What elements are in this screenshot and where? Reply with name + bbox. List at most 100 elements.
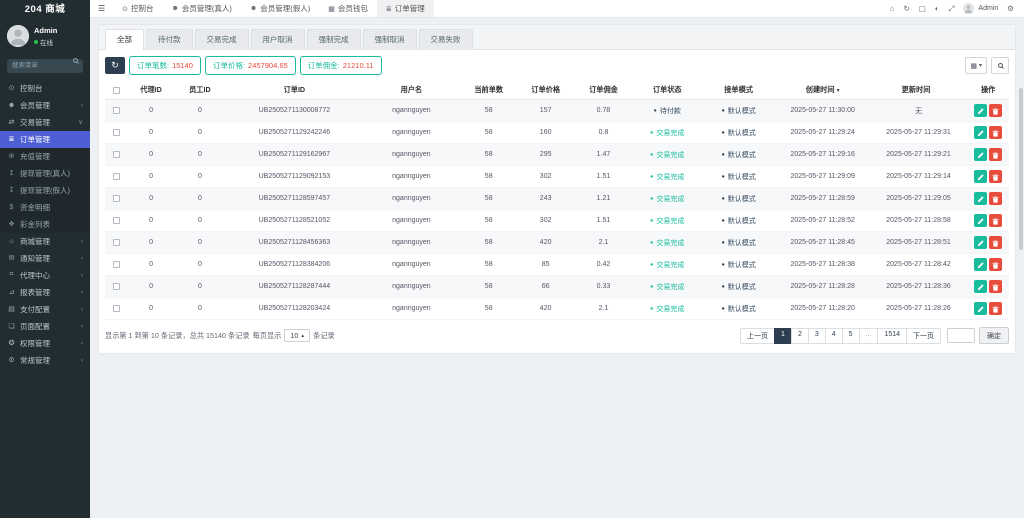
top-tab-orders[interactable]: ≣订单管理 xyxy=(377,0,434,17)
pagination-page-5[interactable]: 5 xyxy=(842,328,860,344)
pagination-next[interactable]: 下一页 xyxy=(906,328,941,344)
edit-button[interactable] xyxy=(974,148,987,161)
tab-all[interactable]: 全部 xyxy=(105,29,144,50)
row-checkbox[interactable] xyxy=(113,261,120,268)
row-checkbox[interactable] xyxy=(113,107,120,114)
sidebar-item-label: 彩金列表 xyxy=(20,219,50,230)
sidebar-item-recharge[interactable]: ⊕充值管理 xyxy=(0,148,90,165)
col-updated-at[interactable]: 更新时间↕ xyxy=(870,81,968,100)
topbar-user[interactable]: Admin xyxy=(963,3,998,14)
refresh-icon[interactable]: ↻ xyxy=(904,4,910,14)
pagination-page-1[interactable]: 1 xyxy=(774,328,792,344)
edit-button[interactable] xyxy=(974,104,987,117)
row-checkbox[interactable] xyxy=(113,217,120,224)
search-toggle-button[interactable] xyxy=(991,57,1009,74)
settings-icon[interactable]: ⚙ xyxy=(1007,4,1014,13)
delete-button[interactable] xyxy=(989,302,1002,315)
row-checkbox[interactable] xyxy=(113,239,120,246)
sidebar-item-agency[interactable]: ⌗代理中心‹ xyxy=(0,267,90,284)
sidebar-item-withdraw-fake[interactable]: ↧提现管理(假人) xyxy=(0,182,90,199)
top-tab-console[interactable]: ⊙控制台 xyxy=(113,0,162,17)
sidebar-item-console[interactable]: ⊙控制台 xyxy=(0,80,90,97)
home-icon[interactable]: ⌂ xyxy=(890,4,895,14)
page-jump-input[interactable] xyxy=(947,328,975,343)
row-checkbox[interactable] xyxy=(113,305,120,312)
sidebar-item-members[interactable]: ☻会员管理‹ xyxy=(0,97,90,114)
row-checkbox[interactable] xyxy=(113,173,120,180)
edit-button[interactable] xyxy=(974,214,987,227)
columns-button[interactable]: ▦ ▾ xyxy=(965,57,987,74)
select-all-checkbox[interactable] xyxy=(113,87,120,94)
top-tab-members-fake[interactable]: ☻会员管理(假人) xyxy=(241,0,319,17)
sidebar-item-bonus[interactable]: ❖彩金列表 xyxy=(0,216,90,233)
sidebar-item-notify[interactable]: ✉通知管理‹ xyxy=(0,250,90,267)
edit-button[interactable] xyxy=(974,302,987,315)
row-checkbox[interactable] xyxy=(113,129,120,136)
theme-icon[interactable]: ◐ xyxy=(935,4,940,14)
cell-take-mode: ●默认模式 xyxy=(702,188,776,210)
edit-button[interactable] xyxy=(974,280,987,293)
tab-trade-fail[interactable]: 交易失败 xyxy=(419,29,473,50)
delete-button[interactable] xyxy=(989,148,1002,161)
status-tabs: 全部待付款交易完成用户取消强制完成强制取消交易失败 xyxy=(99,25,1015,50)
top-tab-wallet[interactable]: ▦会员钱包 xyxy=(319,0,377,17)
sidebar-item-mall[interactable]: ⌂商城管理‹ xyxy=(0,233,90,250)
member-icon: ☻ xyxy=(172,5,179,12)
sidebar-item-funds[interactable]: $资金明细 xyxy=(0,199,90,216)
cell-created-at: 2025-05-27 11:29:09 xyxy=(776,166,870,188)
delete-button[interactable] xyxy=(989,258,1002,271)
pagination-page-4[interactable]: 4 xyxy=(825,328,843,344)
clear-screen-icon[interactable]: ▢ xyxy=(919,4,926,14)
edit-button[interactable] xyxy=(974,126,987,139)
sidebar-item-page-config[interactable]: ❏页面配置‹ xyxy=(0,318,90,335)
edit-button[interactable] xyxy=(974,258,987,271)
sidebar-item-general[interactable]: ⚙常规管理‹ xyxy=(0,352,90,369)
sidebar-item-withdraw-real[interactable]: ↥提现管理(真人) xyxy=(0,165,90,182)
row-checkbox[interactable] xyxy=(113,283,120,290)
pagination-page-2[interactable]: 2 xyxy=(791,328,809,344)
delete-button[interactable] xyxy=(989,104,1002,117)
delete-button[interactable] xyxy=(989,170,1002,183)
sidebar-item-reports[interactable]: ⊿报表管理‹ xyxy=(0,284,90,301)
table-row: 00UB2505271130008772ngannguyen581570.78●… xyxy=(105,100,1009,122)
sidebar-item-orders[interactable]: ≣订单管理 xyxy=(0,131,90,148)
pagination-page-1514[interactable]: 1514 xyxy=(877,328,907,344)
sidebar-toggle-icon[interactable]: ☰ xyxy=(90,4,113,13)
refresh-button[interactable]: ↻ xyxy=(105,57,125,74)
sidebar-item-label: 资金明细 xyxy=(20,202,50,213)
page-size-select[interactable]: 10 ▴ xyxy=(284,329,310,342)
cell-username: ngannguyen xyxy=(363,254,461,276)
scrollbar[interactable] xyxy=(1019,88,1023,250)
status-badge: ●交易完成 xyxy=(650,128,684,138)
tab-pending-payment[interactable]: 待付款 xyxy=(146,29,193,50)
page-jump-confirm-button[interactable]: 确定 xyxy=(979,327,1009,344)
fullscreen-icon[interactable]: ⤢ xyxy=(948,4,954,14)
pagination-page-3[interactable]: 3 xyxy=(808,328,826,344)
cell-select xyxy=(105,188,129,210)
delete-button[interactable] xyxy=(989,192,1002,205)
top-tab-members-real[interactable]: ☻会员管理(真人) xyxy=(163,0,241,17)
edit-button[interactable] xyxy=(974,170,987,183)
sidebar-item-permissions[interactable]: ✪权限管理‹ xyxy=(0,335,90,352)
edit-button[interactable] xyxy=(974,236,987,249)
edit-button[interactable] xyxy=(974,192,987,205)
tab-user-cancel[interactable]: 用户取消 xyxy=(251,29,305,50)
tab-trade-complete[interactable]: 交易完成 xyxy=(195,29,249,50)
search-icon[interactable] xyxy=(73,58,78,63)
tab-force-cancel[interactable]: 强制取消 xyxy=(363,29,417,50)
row-checkbox[interactable] xyxy=(113,195,120,202)
menu-search-input[interactable] xyxy=(7,59,83,73)
delete-button[interactable] xyxy=(989,236,1002,249)
delete-button[interactable] xyxy=(989,214,1002,227)
tab-force-complete[interactable]: 强制完成 xyxy=(307,29,361,50)
col-created-at[interactable]: 创建时间▾ xyxy=(776,81,870,100)
delete-button[interactable] xyxy=(989,280,1002,293)
sidebar-item-payment[interactable]: ▤支付配置‹ xyxy=(0,301,90,318)
cell-order-id: UB2505271130008772 xyxy=(226,100,363,122)
orders-icon: ≣ xyxy=(7,135,16,143)
pagination-prev[interactable]: 上一页 xyxy=(740,328,775,344)
delete-button[interactable] xyxy=(989,126,1002,139)
row-checkbox[interactable] xyxy=(113,151,120,158)
mode-label: 默认模式 xyxy=(728,216,756,226)
sidebar-item-transactions[interactable]: ⇄交易管理∨ xyxy=(0,114,90,131)
